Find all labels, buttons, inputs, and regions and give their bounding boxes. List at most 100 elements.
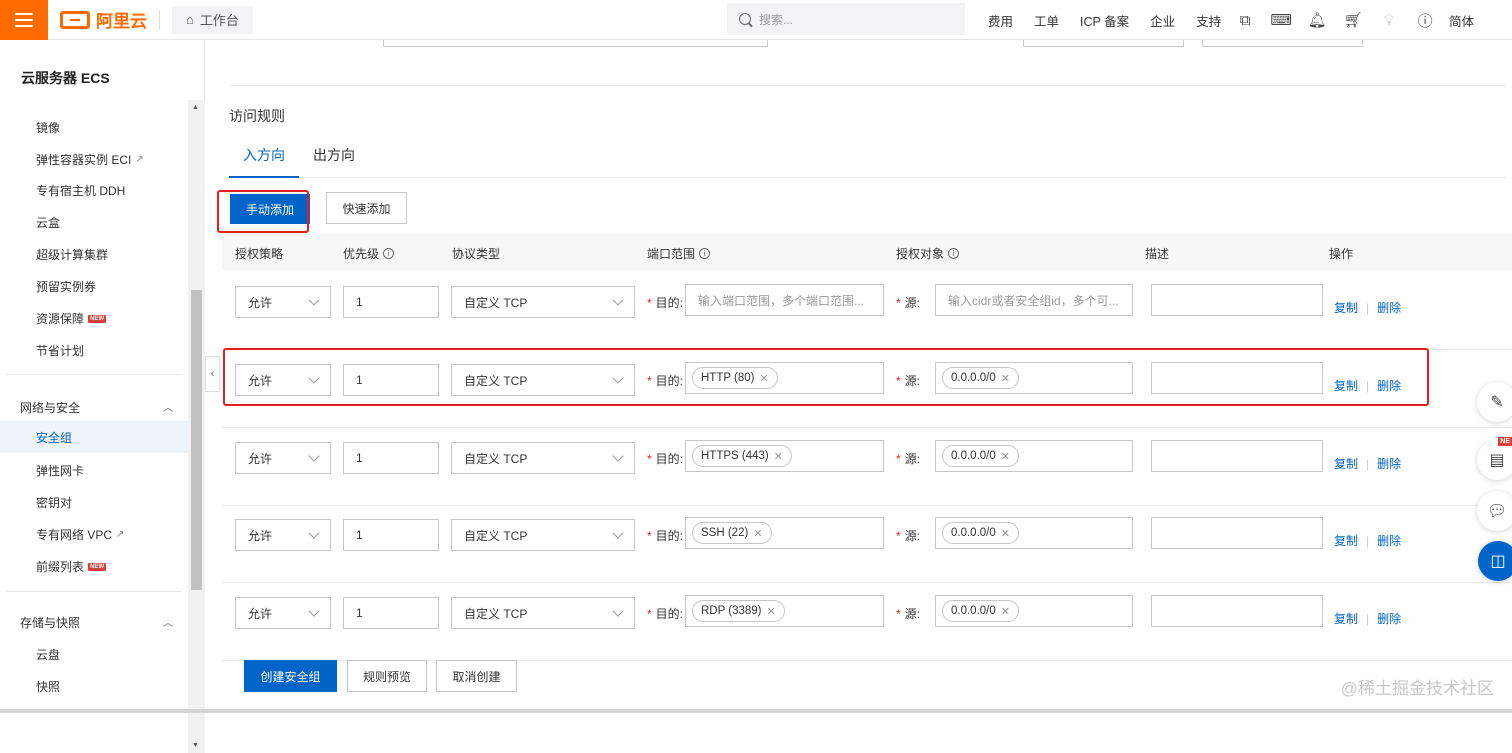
- info-icon[interactable]: i: [948, 248, 959, 259]
- priority-input[interactable]: 1: [343, 597, 439, 629]
- row-actions: 复制|删除: [1334, 532, 1401, 549]
- scroll-down-icon[interactable]: ▼: [192, 742, 199, 749]
- rule-preview-button[interactable]: 规则预览: [347, 660, 427, 692]
- protocol-select[interactable]: 自定义 TCP: [451, 442, 635, 474]
- description-input[interactable]: [1151, 284, 1323, 316]
- port-range-input[interactable]: 输入端口范围，多个端口范围...: [685, 284, 884, 316]
- priority-input[interactable]: 1: [343, 442, 439, 474]
- delete-link[interactable]: 删除: [1377, 610, 1401, 627]
- nav-icp[interactable]: ICP 备案: [1080, 11, 1129, 30]
- sidebar-item-disk[interactable]: 云盘: [36, 646, 60, 663]
- col-policy: 授权策略: [235, 245, 283, 262]
- quick-add-button[interactable]: 快速添加: [326, 192, 407, 224]
- copy-link[interactable]: 复制: [1334, 532, 1358, 549]
- sidebar-item-keypair[interactable]: 密钥对: [36, 494, 72, 511]
- form-input-partial[interactable]: [1023, 40, 1184, 47]
- scrollbar-thumb[interactable]: [191, 290, 202, 590]
- home-icon: ⌂: [186, 12, 194, 27]
- nav-ticket[interactable]: 工单: [1034, 11, 1059, 30]
- info-icon[interactable]: i: [699, 248, 710, 259]
- copy-link[interactable]: 复制: [1334, 299, 1358, 316]
- sidebar-item-eci[interactable]: 弹性容器实例 ECI↗: [36, 151, 144, 168]
- sidebar-item-eni[interactable]: 弹性网卡: [36, 462, 84, 479]
- description-input[interactable]: [1151, 440, 1323, 472]
- cancel-create-button[interactable]: 取消创建: [436, 660, 517, 692]
- sidebar-item-cloudbox[interactable]: 云盒: [36, 214, 60, 231]
- scroll-up-icon[interactable]: ▲: [192, 104, 199, 111]
- bell-icon[interactable]: 🔔︎: [1299, 11, 1335, 29]
- nav-fees[interactable]: 费用: [988, 11, 1013, 30]
- document-icon[interactable]: ▤: [1477, 440, 1512, 480]
- form-input-partial[interactable]: [383, 40, 768, 47]
- sidebar-group-storage[interactable]: 存储与快照︿: [20, 614, 173, 631]
- source-input[interactable]: 0.0.0.0/0✕: [935, 517, 1133, 549]
- sidebar-item-vpc[interactable]: 专有网络 VPC↗: [36, 526, 124, 543]
- protocol-select[interactable]: 自定义 TCP: [451, 286, 635, 318]
- divider: [6, 591, 182, 592]
- chevron-down-icon: [612, 527, 623, 538]
- close-icon[interactable]: ✕: [767, 605, 776, 618]
- chat-icon[interactable]: 💬︎: [1477, 491, 1512, 531]
- close-icon[interactable]: ✕: [1001, 450, 1010, 463]
- language-switch[interactable]: 简体: [1449, 11, 1474, 30]
- sidebar-item-security-group[interactable]: 安全组: [0, 421, 188, 453]
- copy-link[interactable]: 复制: [1334, 610, 1358, 627]
- cart-icon[interactable]: 🛒︎: [1335, 11, 1371, 29]
- sidebar-item-prefix-list[interactable]: 前缀列表NEW: [36, 558, 106, 575]
- sidebar-group-network[interactable]: 网络与安全︿: [20, 399, 173, 416]
- aliyun-logo[interactable]: 阿里云: [60, 7, 147, 32]
- description-input[interactable]: [1151, 517, 1323, 549]
- close-icon[interactable]: ✕: [753, 527, 762, 540]
- policy-select[interactable]: 允许: [235, 597, 331, 629]
- form-input-partial[interactable]: [1202, 40, 1363, 47]
- port-range-input[interactable]: RDP (3389)✕: [685, 595, 884, 627]
- menu-button[interactable]: [0, 0, 48, 40]
- priority-input[interactable]: 1: [343, 286, 439, 318]
- copy-link[interactable]: 复制: [1334, 455, 1358, 472]
- sidebar-item-savings[interactable]: 节省计划: [36, 342, 84, 359]
- lightbulb-icon[interactable]: 💡︎: [1371, 12, 1407, 29]
- policy-select[interactable]: 允许: [235, 519, 331, 551]
- apps-grid-icon[interactable]: ◫: [1478, 541, 1512, 581]
- description-input[interactable]: [1151, 595, 1323, 627]
- protocol-select[interactable]: 自定义 TCP: [451, 519, 635, 551]
- workbench-button[interactable]: ⌂ 工作台: [172, 6, 253, 34]
- port-range-input[interactable]: HTTPS (443)✕: [685, 440, 884, 472]
- sidebar-item-supercomputing[interactable]: 超级计算集群: [36, 246, 108, 263]
- edit-icon[interactable]: ✎: [1477, 382, 1512, 422]
- help-icon[interactable]: ⓘ: [1407, 10, 1443, 31]
- tab-inbound[interactable]: 入方向: [229, 144, 299, 178]
- source-input[interactable]: 输入cidr或者安全组id，多个可...: [935, 284, 1133, 316]
- sidebar-item-ddh[interactable]: 专有宿主机 DDH: [36, 182, 125, 199]
- nav-support[interactable]: 支持: [1196, 11, 1221, 30]
- close-icon[interactable]: ✕: [1001, 527, 1010, 540]
- sidebar-item-resource-guarantee[interactable]: 资源保障NEW: [36, 310, 106, 327]
- logo-text: 阿里云: [96, 7, 147, 32]
- protocol-select[interactable]: 自定义 TCP: [451, 597, 635, 629]
- source-input[interactable]: 0.0.0.0/0✕: [935, 440, 1133, 472]
- port-range-input[interactable]: SSH (22)✕: [685, 517, 884, 549]
- info-icon[interactable]: i: [383, 248, 394, 259]
- delete-link[interactable]: 删除: [1377, 299, 1401, 316]
- sidebar-item-reserved[interactable]: 预留实例券: [36, 278, 96, 295]
- close-icon[interactable]: ✕: [1001, 605, 1010, 618]
- port-chip: HTTPS (443)✕: [692, 445, 792, 467]
- app-icon[interactable]: ⧉: [1227, 12, 1263, 29]
- close-icon[interactable]: ✕: [774, 450, 783, 463]
- sidebar-scrollbar[interactable]: ▲ ▼: [188, 100, 205, 753]
- priority-input[interactable]: 1: [343, 519, 439, 551]
- sidebar-item-image[interactable]: 镜像: [36, 119, 60, 136]
- chevron-down-icon: [308, 294, 319, 305]
- create-security-group-button[interactable]: 创建安全组: [244, 660, 337, 692]
- delete-link[interactable]: 删除: [1377, 532, 1401, 549]
- policy-select[interactable]: 允许: [235, 442, 331, 474]
- tab-outbound[interactable]: 出方向: [299, 144, 369, 178]
- source-input[interactable]: 0.0.0.0/0✕: [935, 595, 1133, 627]
- direction-tabs: 入方向 出方向: [229, 144, 1506, 178]
- sidebar-item-snapshot[interactable]: 快照: [36, 678, 60, 695]
- terminal-icon[interactable]: ⌨: [1263, 11, 1299, 29]
- policy-select[interactable]: 允许: [235, 286, 331, 318]
- nav-enterprise[interactable]: 企业: [1150, 11, 1175, 30]
- search-input[interactable]: 搜索...: [727, 3, 965, 35]
- delete-link[interactable]: 删除: [1377, 455, 1401, 472]
